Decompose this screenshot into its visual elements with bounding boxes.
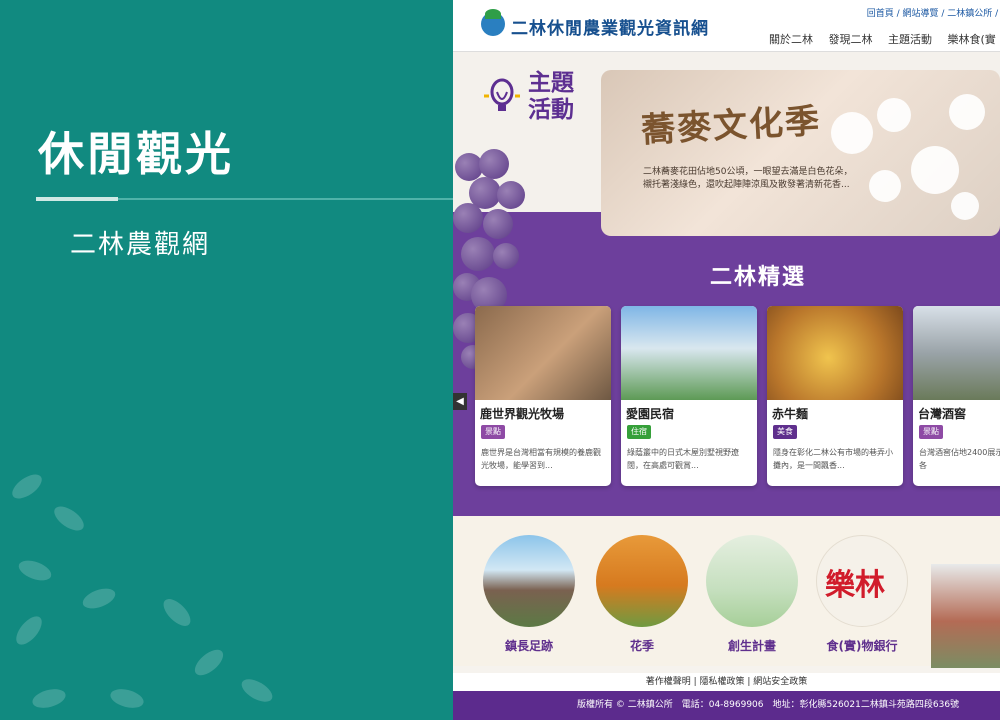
flower-season-image[interactable]: [596, 535, 688, 627]
left-title: 休閒觀光: [38, 127, 234, 181]
brick-house-image: [931, 564, 1000, 668]
section-title: 二林精選: [710, 265, 807, 290]
category-badge: 景點: [919, 425, 943, 439]
site-title[interactable]: 二林休閒農業觀光資訊網: [511, 14, 709, 39]
leaf-icon: [190, 645, 228, 680]
banner-heading: 蕎麥文化季: [640, 101, 823, 151]
card-bnb[interactable]: 愛園民宿 住宿 綠蔭叢中的日式木屋別墅視野遼闊，在高處可觀賞...: [621, 306, 757, 486]
site-header: 二林休閒農業觀光資訊網 回首頁 / 網站導覽 / 二林鎮公所 / 繁 關於二林 …: [453, 0, 1000, 52]
card-description: 綠蔭叢中的日式木屋別墅視野遼闊，在高處可觀賞...: [627, 448, 739, 470]
nav-about[interactable]: 關於二林: [769, 33, 813, 46]
leaf-icon: [50, 501, 88, 536]
leaf-icon: [108, 685, 146, 712]
leaf-icon: [30, 685, 68, 712]
card-name: 鹿世界觀光牧場: [480, 407, 565, 421]
leaf-icon: [80, 584, 118, 613]
creation-plan-image[interactable]: [706, 535, 798, 627]
nav-themes[interactable]: 主題活動: [888, 33, 932, 46]
divider-accent: [36, 197, 118, 201]
flower-icon: [877, 98, 911, 132]
top-links[interactable]: 回首頁 / 網站導覽 / 二林鎮公所 / 繁: [867, 6, 1000, 19]
flower-icon: [869, 170, 901, 202]
food-bank-label[interactable]: 食(實)物銀行: [807, 637, 917, 654]
card-name: 愛園民宿: [626, 407, 675, 421]
flower-icon: [949, 94, 985, 130]
buckwheat-banner[interactable]: 蕎麥文化季 二林蕎麥花田佔地50公頃，一眼望去滿是白色花朵，襯托著淺綠色，還吹起…: [601, 70, 1000, 236]
card-image: [913, 306, 1000, 400]
balloon-icon: [484, 78, 520, 111]
leaf-icon: [238, 674, 276, 707]
category-badge: 住宿: [627, 425, 651, 439]
card-description: 台灣酒窖佔地2400展示區除了陳列各: [919, 448, 1000, 470]
card-name: 台灣酒窖: [918, 407, 967, 421]
card-deer-farm[interactable]: 鹿世界觀光牧場 景點 鹿世界是台灣相當有規模的養鹿觀光牧場，能學習到...: [475, 306, 611, 486]
card-wine-cellar[interactable]: 台灣酒窖 景點 台灣酒窖佔地2400展示區除了陳列各: [913, 306, 1000, 486]
mayor-footprint-label[interactable]: 鎮長足跡: [474, 637, 584, 654]
flower-icon: [951, 192, 979, 220]
main-nav: 關於二林 發現二林 主題活動 樂林食(實: [769, 31, 1000, 47]
card-image: [621, 306, 757, 400]
banner-description: 二林蕎麥花田佔地50公頃，一眼望去滿是白色花朵，襯托著淺綠色，還吹起陣陣涼風及散…: [643, 167, 853, 190]
flower-season-label[interactable]: 花季: [587, 637, 697, 654]
theme-title: 主題 活動: [528, 70, 574, 123]
flower-icon: [831, 112, 873, 154]
card-noodles[interactable]: 赤牛麵 美食 隱身在彰化二林公有市場的巷弄小攤內，是一間飄香...: [767, 306, 903, 486]
leaf-icon: [158, 594, 196, 631]
leaf-icon: [11, 612, 47, 649]
leaf-icon: [16, 556, 54, 585]
card-description: 隱身在彰化二林公有市場的巷弄小攤內，是一間飄香...: [773, 448, 893, 470]
card-description: 鹿世界是台灣相當有規模的養鹿觀光牧場，能學習到...: [481, 448, 601, 470]
prev-arrow-button[interactable]: ◀: [453, 393, 467, 410]
site-footer: 版權所有 © 二林鎮公所 電話：04-8969906 地址：彰化縣526021二…: [453, 691, 1000, 720]
card-name: 赤牛麵: [772, 407, 809, 421]
card-image: [767, 306, 903, 400]
category-badge: 景點: [481, 425, 505, 439]
category-badge: 美食: [773, 425, 797, 439]
left-subtitle: 二林農觀網: [70, 230, 211, 260]
food-bank-image[interactable]: 樂林: [816, 535, 908, 627]
card-image: [475, 306, 611, 400]
leaf-icon: [8, 469, 46, 504]
flower-icon: [911, 146, 959, 194]
website-screenshot: 二林休閒農業觀光資訊網 回首頁 / 網站導覽 / 二林鎮公所 / 繁 關於二林 …: [453, 0, 1000, 720]
left-panel: 休閒觀光 二林農觀網: [0, 0, 453, 720]
nav-food[interactable]: 樂林食(實: [948, 33, 996, 46]
creation-plan-label[interactable]: 創生計畫: [697, 637, 807, 654]
logo-leaf-icon: [485, 9, 501, 19]
mayor-footprint-image[interactable]: [483, 535, 575, 627]
lelin-logo: 樂林: [825, 568, 885, 603]
nav-discover[interactable]: 發現二林: [829, 33, 873, 46]
footer-links[interactable]: 著作權聲明 | 隱私權政策 | 網站安全政策: [453, 673, 1000, 691]
